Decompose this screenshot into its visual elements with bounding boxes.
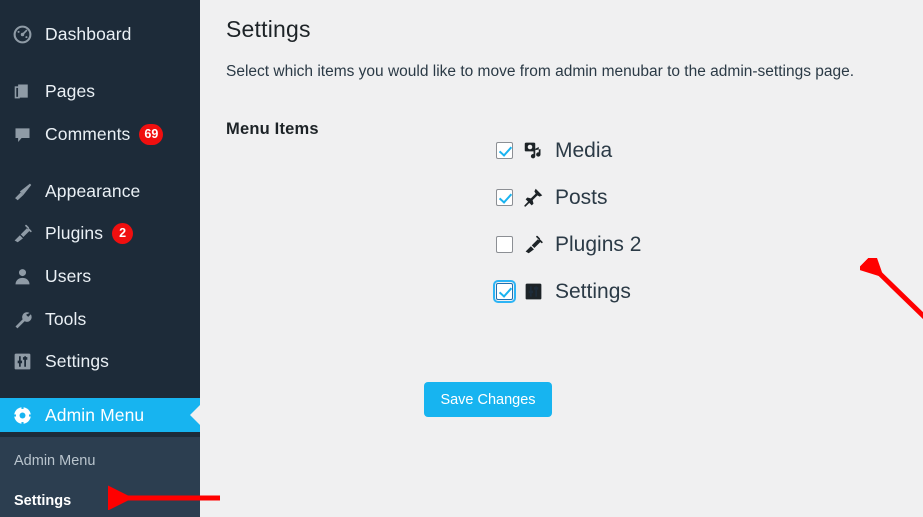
page-description: Select which items you would like to mov… <box>226 63 855 80</box>
menu-item-label: Posts <box>555 185 608 209</box>
gauge-icon <box>11 23 33 45</box>
sidebar-item-label: Plugins <box>45 222 104 243</box>
sliders-icon <box>523 281 544 302</box>
submenu-item-admin-menu[interactable]: Admin Menu <box>14 450 95 472</box>
menu-item-label: Plugins 2 <box>555 232 642 256</box>
main-content: Settings Select which items you would li… <box>200 0 923 517</box>
menu-item-row[interactable]: Media <box>496 127 826 174</box>
save-changes-button[interactable]: Save Changes <box>424 382 552 417</box>
media-icon <box>523 140 544 161</box>
page-title: Settings <box>226 16 311 42</box>
comment-icon <box>11 123 33 145</box>
active-item-pointer-icon <box>190 405 200 425</box>
sidebar-item-badge: 69 <box>139 123 164 145</box>
sidebar-item-settings[interactable]: Settings <box>0 344 200 378</box>
menu-item-label: Settings <box>555 279 631 303</box>
sidebar-item-admin-menu[interactable]: Admin Menu <box>0 398 200 432</box>
sidebar-item-comments[interactable]: Comments 69 <box>0 117 200 151</box>
sidebar-item-label: Tools <box>45 308 87 329</box>
plug-icon <box>523 234 544 255</box>
sidebar-item-label: Appearance <box>45 180 141 201</box>
sidebar-item-label: Admin Menu <box>45 404 145 425</box>
gear-icon <box>11 404 33 426</box>
wrench-icon <box>11 308 33 330</box>
pushpin-icon <box>523 187 544 208</box>
admin-sidebar: Dashboard Pages Comments 69 Appearance Plugin… <box>0 0 200 517</box>
sidebar-item-dashboard[interactable]: Dashboard <box>0 17 200 51</box>
menu-items-checkbox-list: Media Posts Plugins 2 Settings <box>493 127 826 315</box>
menu-item-row[interactable]: Plugins 2 <box>496 221 826 268</box>
sidebar-item-users[interactable]: Users <box>0 259 200 293</box>
sidebar-item-tools[interactable]: Tools <box>0 302 200 336</box>
menu-items-label: Menu Items <box>226 120 319 138</box>
menu-item-row[interactable]: Settings <box>493 268 826 315</box>
arrow-pointing-to-settings-checkbox-icon <box>860 258 923 320</box>
checkbox-posts[interactable] <box>496 189 513 206</box>
checkbox-media[interactable] <box>496 142 513 159</box>
paintbrush-icon <box>11 180 33 202</box>
sliders-icon <box>11 350 33 372</box>
sidebar-item-plugins[interactable]: Plugins 2 <box>0 216 200 250</box>
sidebar-item-label: Comments <box>45 123 131 144</box>
menu-item-row[interactable]: Posts <box>496 174 826 221</box>
sidebar-item-label: Dashboard <box>45 23 132 44</box>
sidebar-item-badge: 2 <box>112 222 134 244</box>
user-icon <box>11 265 33 287</box>
sidebar-item-label: Pages <box>45 80 96 101</box>
menu-item-label: Media <box>555 138 613 162</box>
sidebar-item-pages[interactable]: Pages <box>0 74 200 108</box>
sidebar-item-appearance[interactable]: Appearance <box>0 174 200 208</box>
sidebar-item-label: Users <box>45 265 92 286</box>
checkbox-plugins-2[interactable] <box>496 236 513 253</box>
checkbox-settings[interactable] <box>493 280 516 303</box>
plug-icon <box>11 222 33 244</box>
admin-menu-submenu: Admin Menu Settings <box>0 437 200 517</box>
submenu-item-settings[interactable]: Settings <box>14 490 71 512</box>
sidebar-item-label: Settings <box>45 350 110 371</box>
pages-icon <box>11 80 33 102</box>
